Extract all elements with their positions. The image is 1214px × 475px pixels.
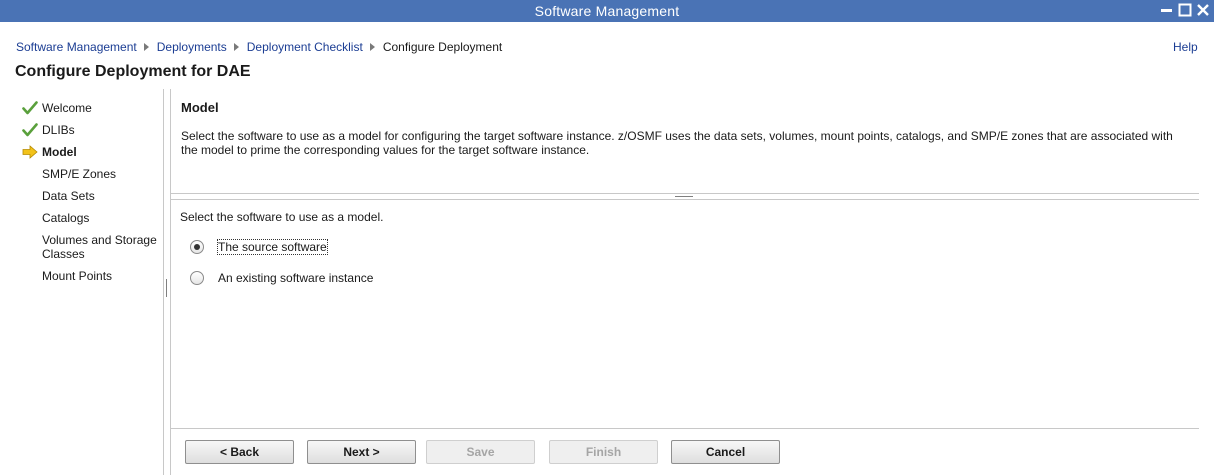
breadcrumb-separator-icon xyxy=(233,43,239,51)
wizard-steps-nav: Welcome DLIBs Model SMP/E Zones Data Set… xyxy=(0,89,163,475)
maximize-icon[interactable] xyxy=(1177,2,1193,18)
step-catalogs[interactable]: Catalogs xyxy=(42,211,89,225)
checkmark-icon xyxy=(22,123,38,137)
arrow-right-icon xyxy=(22,145,38,159)
finish-button[interactable]: Finish xyxy=(549,440,658,464)
section-title: Model xyxy=(181,100,219,115)
model-prompt: Select the software to use as a model. xyxy=(180,210,384,224)
window-titlebar: Software Management xyxy=(0,0,1214,22)
minimize-icon[interactable] xyxy=(1159,2,1175,18)
breadcrumb-software-management[interactable]: Software Management xyxy=(16,40,137,54)
horizontal-splitter-handle[interactable] xyxy=(675,196,693,197)
radio-label-source-software[interactable]: The source software xyxy=(217,239,328,255)
back-button[interactable]: < Back xyxy=(185,440,294,464)
close-icon[interactable] xyxy=(1195,2,1211,18)
step-smpe-zones[interactable]: SMP/E Zones xyxy=(42,167,116,181)
radio-label-existing-instance[interactable]: An existing software instance xyxy=(218,271,373,285)
radio-selected-dot xyxy=(194,244,200,250)
footer-divider xyxy=(171,428,1199,429)
breadcrumb-current: Configure Deployment xyxy=(382,40,503,54)
horizontal-splitter-top xyxy=(171,193,1199,194)
content-divider xyxy=(170,89,171,475)
breadcrumb-deployments[interactable]: Deployments xyxy=(157,40,227,54)
page-title: Configure Deployment for DAE xyxy=(15,63,251,80)
save-button[interactable]: Save xyxy=(426,440,535,464)
breadcrumb: Software Management Deployments Deployment… xyxy=(16,40,502,54)
step-volumes-and-storage-classes[interactable]: Volumes and Storage Classes xyxy=(42,233,160,261)
window-title: Software Management xyxy=(534,3,680,19)
next-button[interactable]: Next > xyxy=(307,440,416,464)
breadcrumb-deployment-checklist[interactable]: Deployment Checklist xyxy=(247,40,363,54)
breadcrumb-separator-icon xyxy=(143,43,149,51)
checkmark-icon xyxy=(22,101,38,115)
step-model[interactable]: Model xyxy=(42,145,77,159)
help-link[interactable]: Help xyxy=(1173,40,1198,54)
vertical-splitter-handle[interactable] xyxy=(166,279,167,297)
radio-source-software[interactable] xyxy=(190,240,204,254)
nav-divider xyxy=(163,89,164,475)
cancel-button[interactable]: Cancel xyxy=(671,440,780,464)
radio-existing-instance[interactable] xyxy=(190,271,204,285)
horizontal-splitter-bottom xyxy=(171,199,1199,200)
section-description: Select the software to use as a model fo… xyxy=(181,129,1173,157)
breadcrumb-separator-icon xyxy=(369,43,375,51)
step-mount-points[interactable]: Mount Points xyxy=(42,269,112,283)
step-welcome[interactable]: Welcome xyxy=(42,101,92,115)
step-data-sets[interactable]: Data Sets xyxy=(42,189,95,203)
step-dlibs[interactable]: DLIBs xyxy=(42,123,75,137)
